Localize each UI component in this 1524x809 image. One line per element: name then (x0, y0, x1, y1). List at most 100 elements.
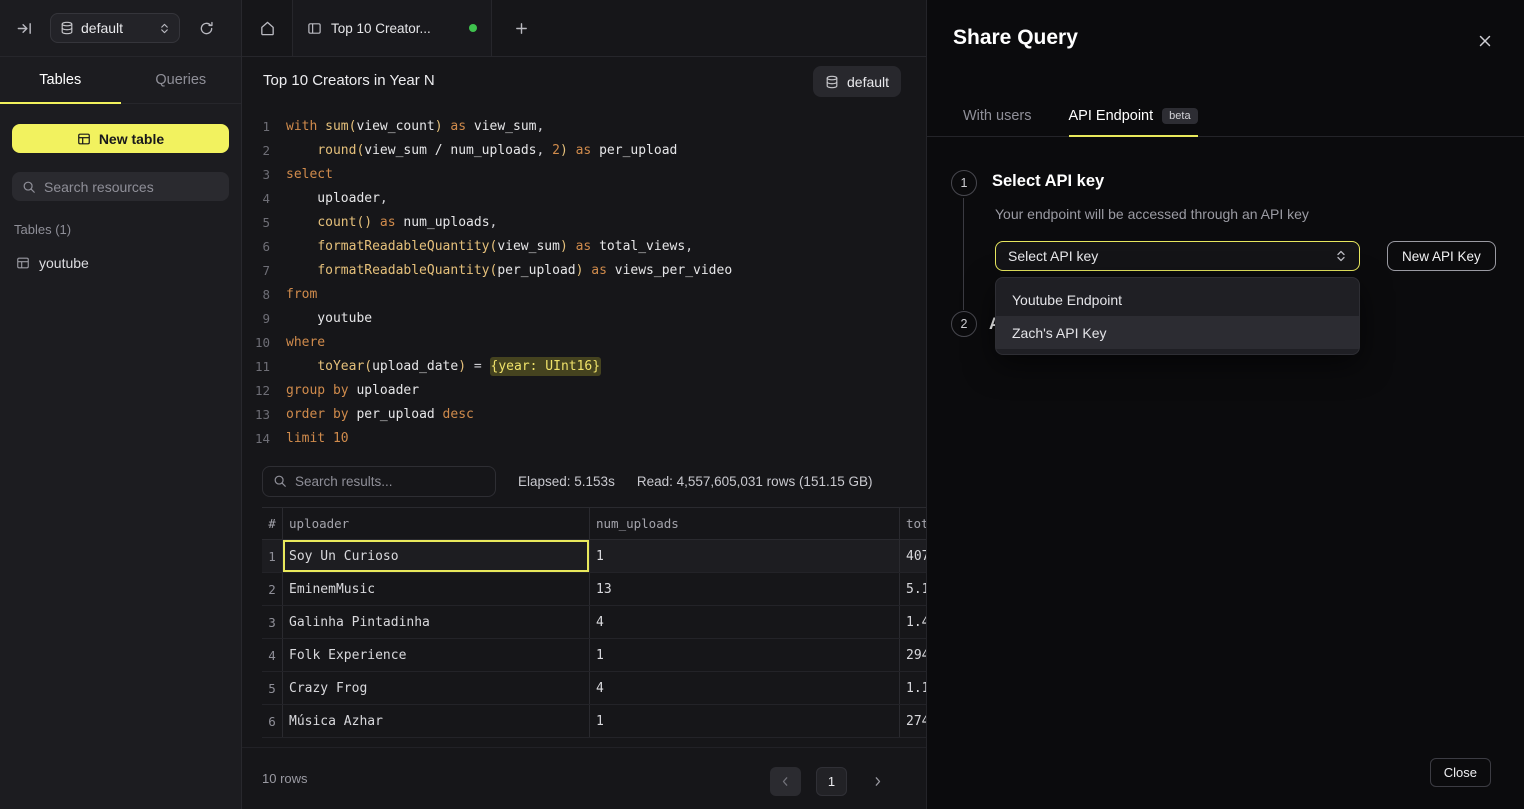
column-header[interactable]: num_uploads (590, 508, 900, 539)
close-panel-button[interactable] (1474, 30, 1496, 52)
step-1-indicator: 1 (951, 170, 977, 196)
code-line[interactable]: order by per_upload desc (286, 403, 732, 427)
line-number: 9 (242, 307, 270, 331)
code-line[interactable]: formatReadableQuantity(per_upload) as vi… (286, 259, 732, 283)
row-number: 3 (262, 606, 283, 638)
row-number: 6 (262, 705, 283, 737)
api-key-option[interactable]: Youtube Endpoint (996, 283, 1359, 316)
step-connector-line (963, 198, 964, 310)
line-number: 11 (242, 355, 270, 379)
query-window-icon (307, 21, 322, 36)
sidebar-table-youtube[interactable]: youtube (12, 250, 229, 276)
line-number: 8 (242, 283, 270, 307)
next-page-button[interactable] (862, 767, 893, 796)
tab-api-endpoint[interactable]: API Endpoint beta (1069, 96, 1198, 136)
line-number: 1 (242, 115, 270, 139)
editor-code: with sum(view_count) as view_sum, round(… (286, 115, 732, 462)
collapse-panel-icon (16, 20, 33, 37)
collapse-sidebar-button[interactable] (12, 16, 36, 40)
new-table-label: New table (99, 131, 164, 147)
editor-gutter: 1234567891011121314 (242, 115, 270, 462)
row-number: 1 (262, 540, 283, 572)
prev-page-button[interactable] (770, 767, 801, 796)
row-count: 10 rows (262, 771, 308, 786)
api-key-menu: Youtube EndpointZach's API Key (995, 277, 1360, 355)
uploader-cell[interactable]: EminemMusic (283, 573, 590, 605)
elapsed-stat: Elapsed: 5.153s (518, 474, 615, 489)
home-button[interactable] (242, 0, 292, 56)
table-name: youtube (39, 255, 89, 271)
sql-editor[interactable]: 1234567891011121314 with sum(view_count)… (242, 104, 926, 462)
tab-with-users-label: With users (963, 108, 1032, 124)
num-uploads-cell[interactable]: 1 (590, 540, 900, 572)
num-uploads-cell[interactable]: 13 (590, 573, 900, 605)
search-results-input[interactable] (295, 474, 485, 489)
line-number: 2 (242, 139, 270, 163)
search-resources-input[interactable] (44, 179, 219, 195)
sidebar-topbar: default (0, 0, 241, 57)
api-key-controls: Select API key New API Key (995, 241, 1496, 271)
refresh-icon (199, 21, 214, 36)
num-uploads-cell[interactable]: 4 (590, 606, 900, 638)
line-number: 12 (242, 379, 270, 403)
tab-with-users[interactable]: With users (963, 96, 1032, 136)
line-number: 4 (242, 187, 270, 211)
step-2-indicator: 2 (951, 311, 977, 337)
close-icon (1477, 33, 1493, 49)
uploader-cell[interactable]: Folk Experience (283, 639, 590, 671)
line-number: 5 (242, 211, 270, 235)
uploader-cell[interactable]: Crazy Frog (283, 672, 590, 704)
code-line[interactable]: uploader, (286, 187, 732, 211)
code-line[interactable]: formatReadableQuantity(view_sum) as tota… (286, 235, 732, 259)
sidebar-body: New table Tables (1) youtube (0, 104, 241, 296)
query-tab[interactable]: Top 10 Creator... (292, 0, 492, 56)
results-search (262, 466, 496, 497)
refresh-button[interactable] (194, 16, 218, 40)
database-selector-value: default (81, 20, 152, 36)
database-selector[interactable]: default (50, 13, 180, 43)
share-panel-title: Share Query (953, 26, 1078, 50)
app-root: default Tables Queries New table (0, 0, 1524, 809)
current-page-button[interactable]: 1 (816, 767, 847, 796)
code-line[interactable]: group by uploader (286, 379, 732, 403)
line-number: 10 (242, 331, 270, 355)
code-line[interactable]: toYear(upload_date) = {year: UInt16} (286, 355, 732, 379)
uploader-cell[interactable]: Música Azhar (283, 705, 590, 737)
query-title: Top 10 Creators in Year N (263, 72, 435, 89)
code-line[interactable]: youtube (286, 307, 732, 331)
sidebar: default Tables Queries New table (0, 0, 242, 809)
code-line[interactable]: round(view_sum / num_uploads, 2) as per_… (286, 139, 732, 163)
code-line[interactable]: limit 10 (286, 427, 732, 451)
column-header[interactable]: # (262, 508, 283, 539)
tab-queries[interactable]: Queries (121, 57, 242, 103)
query-database-value: default (847, 74, 889, 90)
search-icon (273, 474, 287, 488)
sidebar-tabs: Tables Queries (0, 57, 241, 104)
tab-tables[interactable]: Tables (0, 57, 121, 103)
num-uploads-cell[interactable]: 4 (590, 672, 900, 704)
query-database-selector[interactable]: default (813, 66, 901, 97)
code-line[interactable]: where (286, 331, 732, 355)
new-api-key-button[interactable]: New API Key (1387, 241, 1496, 271)
code-line[interactable]: from (286, 283, 732, 307)
query-tab-label: Top 10 Creator... (331, 21, 460, 36)
code-line[interactable]: with sum(view_count) as view_sum, (286, 115, 732, 139)
api-key-option[interactable]: Zach's API Key (996, 316, 1359, 349)
line-number: 13 (242, 403, 270, 427)
column-header[interactable]: uploader (283, 508, 590, 539)
num-uploads-cell[interactable]: 1 (590, 639, 900, 671)
num-uploads-cell[interactable]: 1 (590, 705, 900, 737)
uploader-cell[interactable]: Soy Un Curioso (283, 540, 590, 572)
tables-section-label: Tables (1) (14, 222, 227, 237)
code-line[interactable]: count() as num_uploads, (286, 211, 732, 235)
chevron-updown-icon (1335, 250, 1347, 262)
close-button[interactable]: Close (1430, 758, 1491, 787)
api-key-select-value: Select API key (1008, 248, 1098, 264)
row-number: 4 (262, 639, 283, 671)
code-line[interactable]: select (286, 163, 732, 187)
new-tab-button[interactable] (500, 0, 542, 56)
read-stat: Read: 4,557,605,031 rows (151.15 GB) (637, 474, 873, 489)
uploader-cell[interactable]: Galinha Pintadinha (283, 606, 590, 638)
api-key-select[interactable]: Select API key (995, 241, 1360, 271)
new-table-button[interactable]: New table (12, 124, 229, 153)
